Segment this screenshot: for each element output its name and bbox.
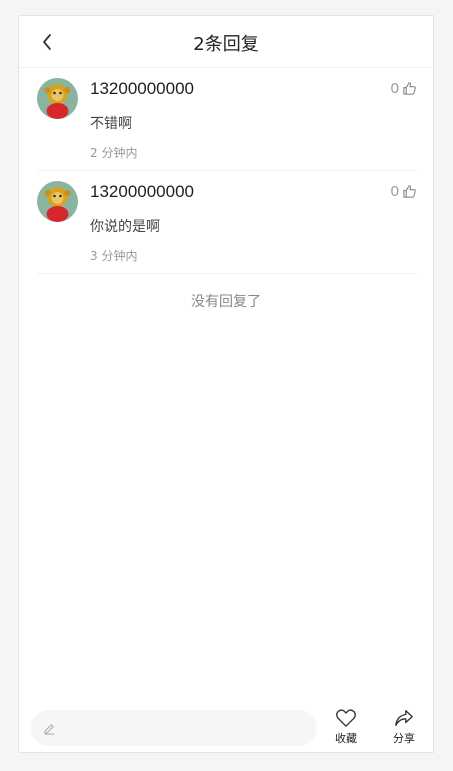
thumbs-up-icon — [403, 185, 416, 198]
like-count: 0 — [390, 80, 399, 97]
avatar-image — [37, 181, 78, 222]
share-arrow-icon — [395, 710, 413, 726]
header: 2条回复 — [19, 16, 433, 68]
heart-icon — [336, 709, 356, 727]
avatar[interactable] — [37, 78, 78, 119]
share-button[interactable]: 分享 — [384, 708, 424, 752]
reply-time: 2 分钟内 — [90, 146, 138, 160]
reply-username: 13200000000 — [90, 182, 195, 201]
reply-time: 3 分钟内 — [90, 249, 138, 263]
favorite-button[interactable]: 收藏 — [326, 708, 366, 752]
favorite-label: 收藏 — [335, 732, 357, 745]
no-more-replies-note: 没有回复了 — [191, 294, 261, 310]
page-title: 2条回复 — [193, 34, 259, 55]
reply-content: 不错啊 — [90, 116, 132, 132]
avatar-image — [37, 78, 78, 119]
like-count: 0 — [390, 183, 399, 200]
like-button[interactable]: 0 — [391, 183, 417, 200]
bottom-bar: 收藏 分享 — [19, 706, 433, 754]
pencil-icon — [44, 723, 55, 735]
thumbs-up-icon — [403, 82, 416, 95]
like-button[interactable]: 0 — [391, 80, 417, 97]
reply-item: 13200000000 0 你说的是啊 3 分钟内 — [37, 171, 417, 274]
reply-item: 13200000000 0 不错啊 2 分钟内 — [37, 68, 417, 171]
reply-content: 你说的是啊 — [90, 219, 160, 235]
reply-panel: 2条回复 13200000000 0 不错啊 2 分钟内 13200000000… — [18, 15, 434, 753]
share-label: 分享 — [393, 732, 415, 745]
reply-username: 13200000000 — [90, 79, 195, 98]
reply-input[interactable] — [31, 710, 317, 746]
avatar[interactable] — [37, 181, 78, 222]
